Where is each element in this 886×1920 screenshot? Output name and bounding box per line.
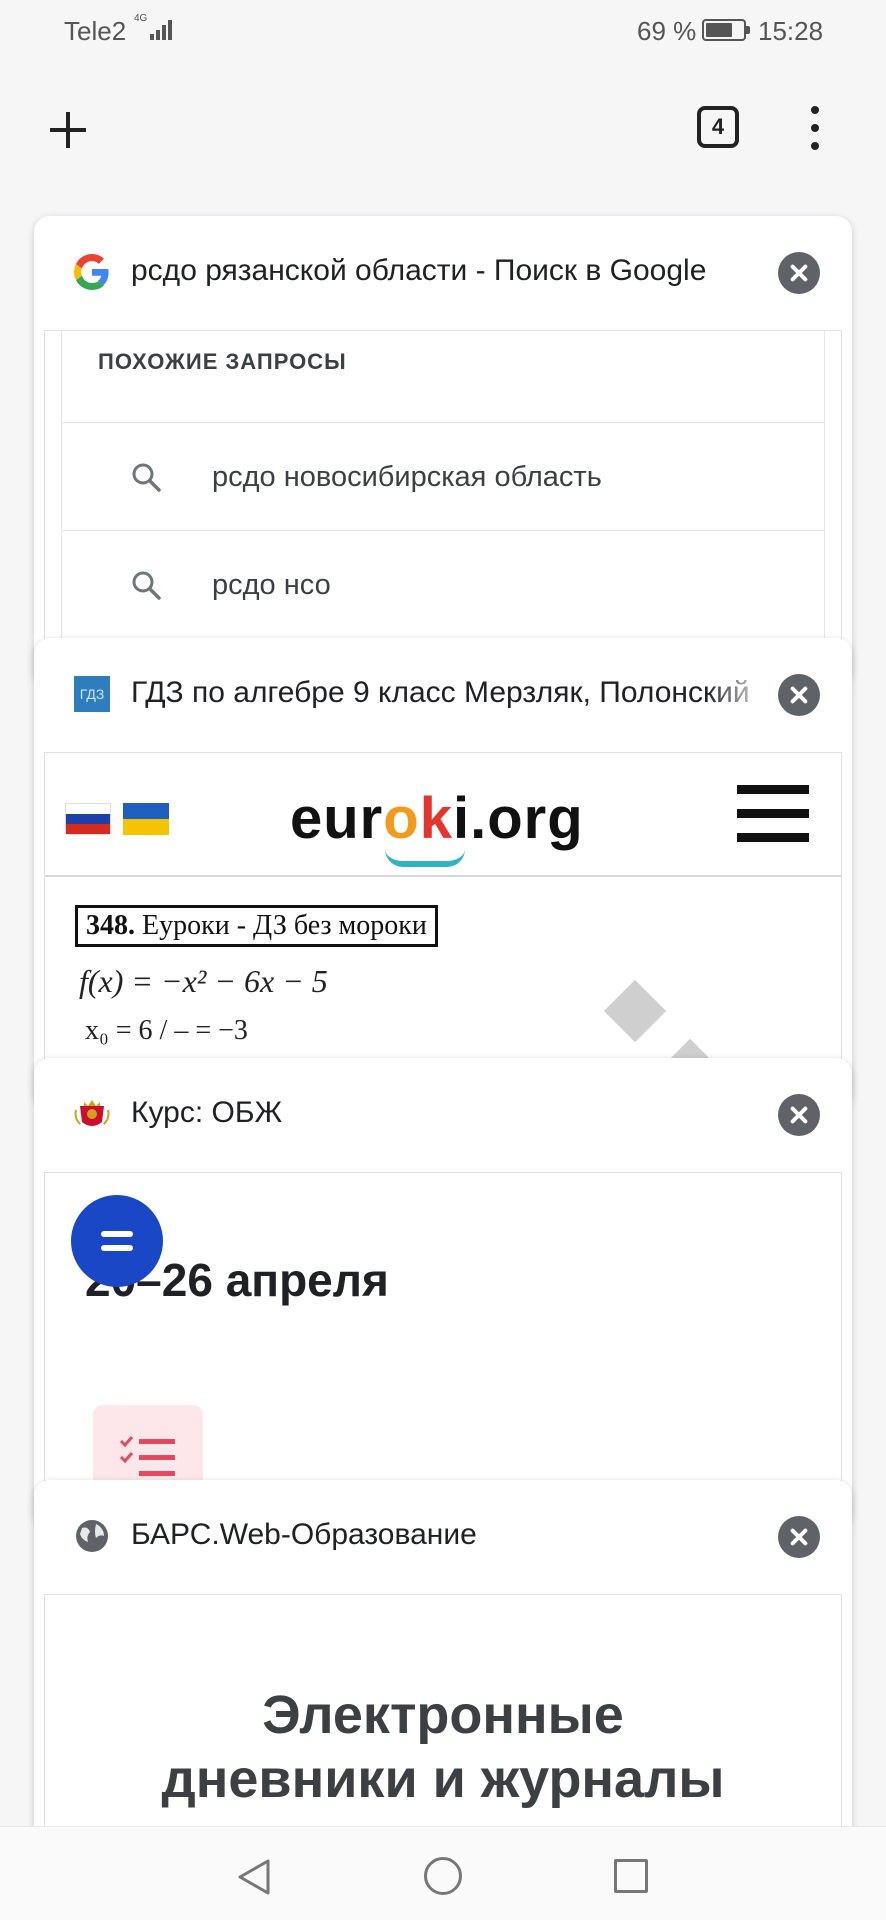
carrier-name: Tele2	[64, 16, 127, 46]
formula: f(x) = −x² − 6x − 5	[79, 963, 328, 999]
tab-card-header: БАРС.Web-Образование	[34, 1480, 852, 1594]
tab-preview: 20–26 апреля	[44, 1172, 842, 1528]
gdz-favicon-text: ГДЗ	[79, 686, 105, 702]
tab-preview: ПОХОЖИЕ ЗАПРОСЫ рсдо новосибирская облас…	[44, 330, 842, 686]
russia-flag-icon	[65, 803, 111, 835]
suggestion-text: рсдо новосибирская область	[212, 461, 602, 493]
gdz-favicon-icon: ГДЗ	[74, 676, 110, 712]
close-tab-button[interactable]	[778, 1516, 820, 1558]
more-menu-button[interactable]	[800, 102, 830, 154]
site-header: euroki.org	[45, 753, 841, 877]
tab-card-header: рсдо рязанской области - Поиск в Google	[34, 216, 852, 330]
globe-icon	[76, 1520, 108, 1552]
battery-icon	[702, 19, 750, 41]
exercise-label: 348. Еуроки - ДЗ без мороки	[75, 905, 438, 947]
tab-switcher-toolbar: 4	[0, 90, 886, 170]
tab-card-obzh[interactable]: Курс: ОБЖ 20–26 апреля	[34, 1058, 852, 1528]
signal-icon	[150, 16, 176, 40]
close-tab-button[interactable]	[778, 252, 820, 294]
hamburger-menu-icon	[737, 785, 809, 843]
back-triangle-icon[interactable]	[236, 1857, 272, 1897]
status-bar: Tele2 4G 69 % 15:28	[0, 0, 886, 60]
search-icon	[132, 463, 161, 492]
ukraine-flag-icon	[123, 803, 169, 835]
related-searches-header: ПОХОЖИЕ ЗАПРОСЫ	[62, 331, 824, 423]
network-type: 4G	[134, 13, 148, 24]
tab-title: БАРС.Web-Образование	[131, 1518, 477, 1551]
tab-title: рсдо рязанской области - Поиск в Google	[131, 254, 707, 287]
tab-card-google[interactable]: рсдо рязанской области - Поиск в Google …	[34, 216, 852, 686]
coat-of-arms-icon	[74, 1100, 110, 1126]
recents-square-icon[interactable]	[614, 1859, 648, 1893]
page-heading: Электронные дневники и журналы	[161, 1685, 725, 1809]
tab-card-gdz[interactable]: ГДЗ ГДЗ по алгебре 9 класс Мерзляк, Поло…	[34, 638, 852, 1108]
tab-title: ГДЗ по алгебре 9 класс Мерзляк, Полонски…	[131, 676, 750, 709]
related-searches: ПОХОЖИЕ ЗАПРОСЫ рсдо новосибирская облас…	[61, 331, 825, 639]
decorative-diamond	[603, 979, 667, 1043]
menu-fab-icon	[71, 1195, 163, 1287]
battery-percent: 69 %	[637, 16, 697, 46]
tab-preview: euroki.org 348. Еуроки - ДЗ без мороки f…	[44, 752, 842, 1108]
list-item: рсдо новосибирская область	[62, 423, 824, 531]
search-icon	[132, 571, 161, 600]
clock: 15:28	[758, 16, 824, 46]
logo-smile-icon	[385, 849, 465, 867]
tab-title: Курс: ОБЖ	[131, 1096, 283, 1129]
list-item: рсдо нсо	[62, 531, 824, 639]
new-tab-button[interactable]	[42, 104, 94, 156]
tab-card-header: Курс: ОБЖ	[34, 1058, 852, 1172]
tab-preview: Электронные дневники и журналы	[44, 1594, 842, 1860]
tab-card-header: ГДЗ ГДЗ по алгебре 9 класс Мерзляк, Поло…	[34, 638, 852, 752]
euroki-logo: euroki.org	[290, 786, 584, 851]
formula-fraction: x₀ = 6 / ‒ = −3	[85, 1015, 248, 1046]
tab-card-bars[interactable]: БАРС.Web-Образование Электронные дневник…	[34, 1480, 852, 1860]
suggestion-text: рсдо нсо	[212, 569, 331, 601]
system-nav-bar	[0, 1826, 886, 1920]
google-g-icon	[74, 254, 109, 290]
close-tab-button[interactable]	[778, 1094, 820, 1136]
tab-count-button[interactable]: 4	[697, 106, 739, 148]
close-tab-button[interactable]	[778, 674, 820, 716]
home-circle-icon[interactable]	[424, 1857, 462, 1895]
